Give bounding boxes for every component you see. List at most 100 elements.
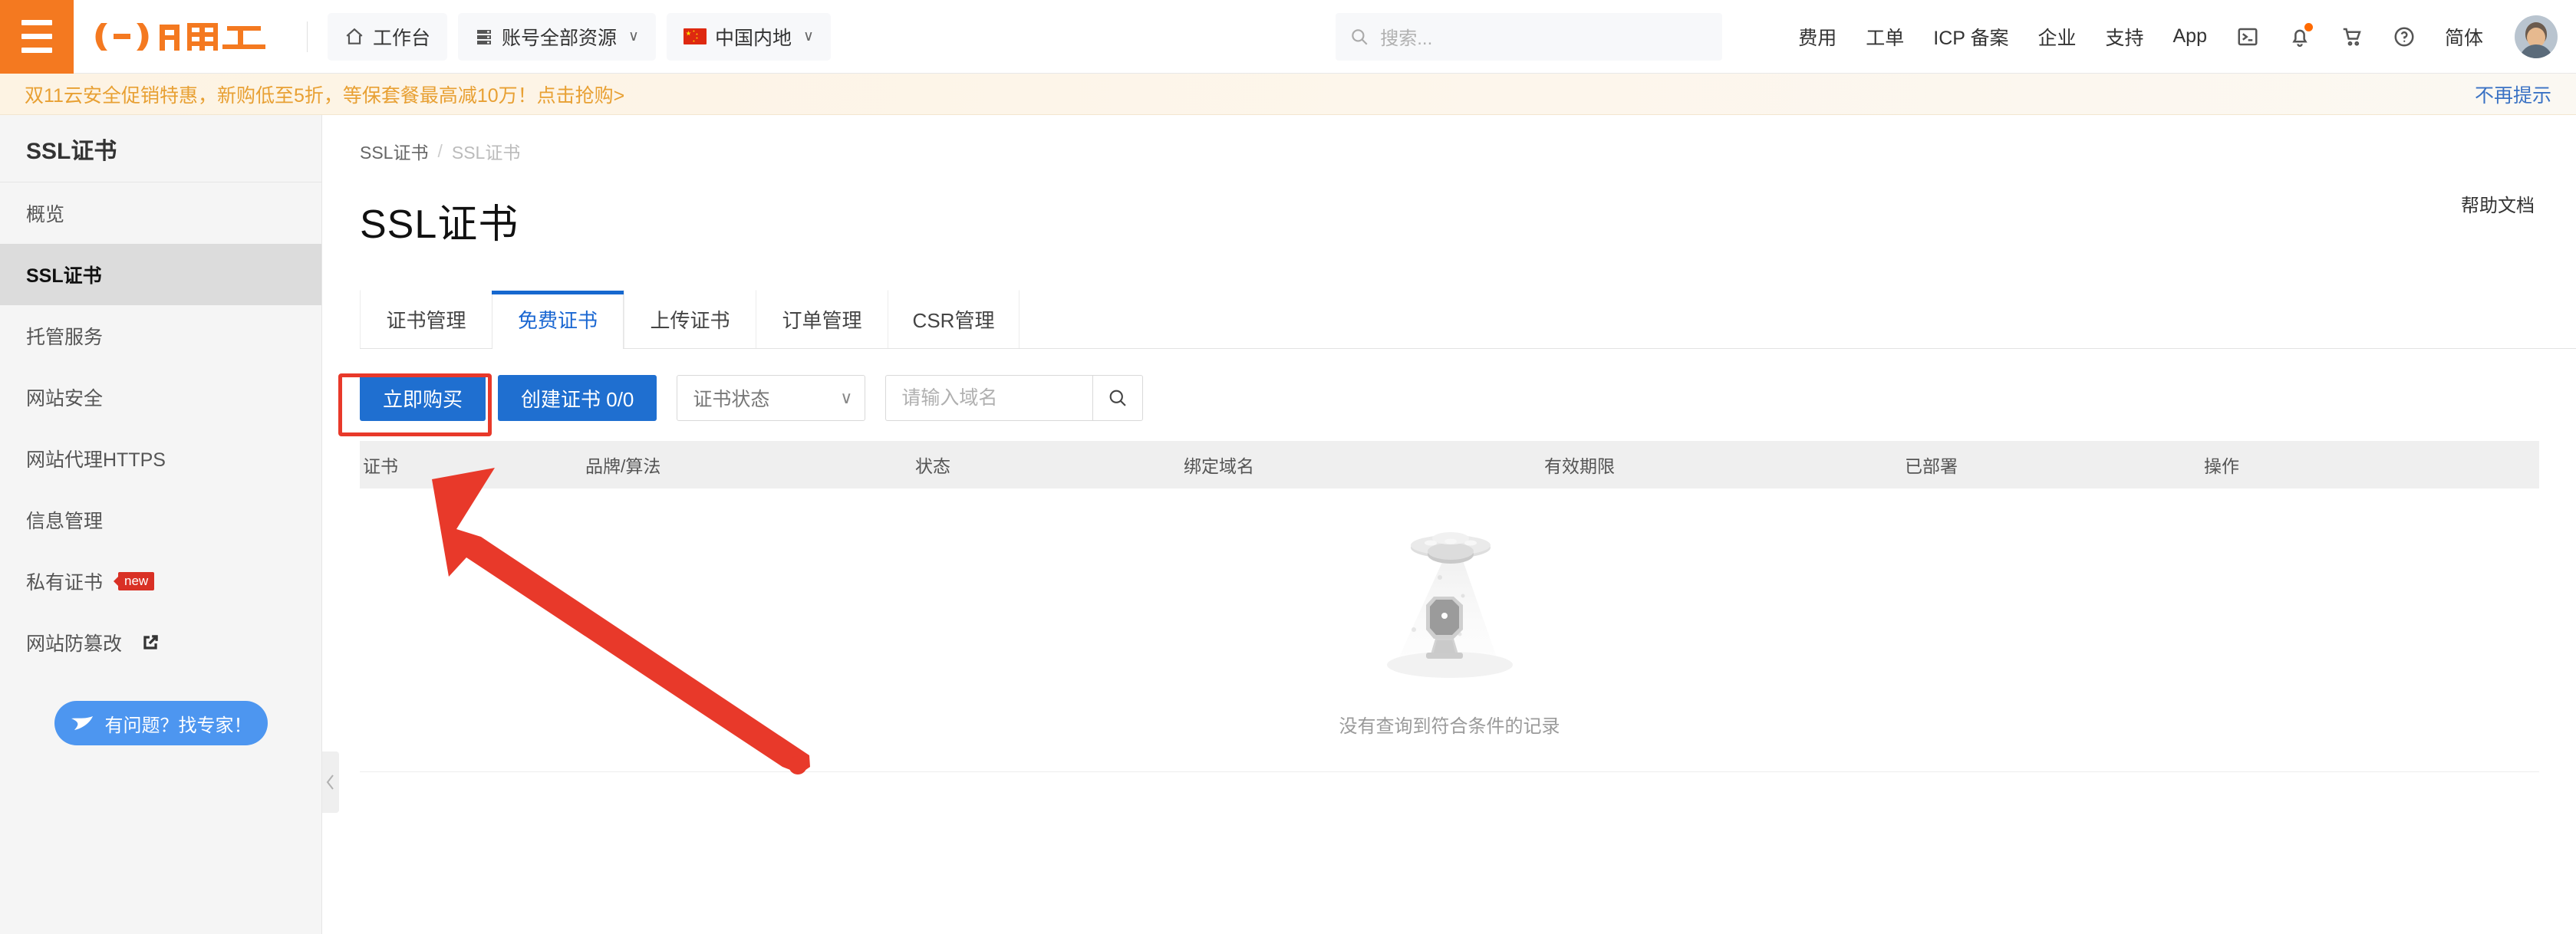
header-link-icp[interactable]: ICP 备案 (1933, 23, 2008, 51)
chevron-down-icon: ∨ (628, 28, 639, 44)
sidebar-title: SSL证书 (0, 115, 321, 183)
header-divider (307, 21, 308, 52)
global-search-input[interactable]: 搜索... (1336, 12, 1723, 61)
sidebar-item-website-security[interactable]: 网站安全 (0, 367, 321, 428)
sidebar-item-private-certificate[interactable]: 私有证书 new (0, 551, 321, 612)
column-header-brand-algorithm: 品牌/算法 (585, 456, 661, 476)
column-header-status: 状态 (915, 456, 950, 476)
ask-expert-button[interactable]: 有问题？找专家！ (54, 701, 268, 745)
terminal-icon[interactable] (2236, 25, 2259, 48)
header-link-support[interactable]: 支持 (2105, 23, 2143, 51)
sidebar-item-proxy-https[interactable]: 网站代理HTTPS (0, 428, 321, 489)
breadcrumb-separator: / (437, 140, 443, 161)
nav-region-selector[interactable]: 中国内地 ∨ (666, 12, 831, 61)
tab-upload-certificate[interactable]: 上传证书 (624, 290, 756, 348)
language-selector[interactable]: 简体 (2445, 23, 2483, 51)
buy-now-button[interactable]: 立即购买 (360, 375, 486, 421)
create-certificate-button[interactable]: 创建证书 0/0 (498, 375, 657, 421)
column-header-validity: 有效期限 (1544, 456, 1615, 476)
header-link-fee[interactable]: 费用 (1798, 23, 1836, 51)
certificate-status-select[interactable]: 证书状态 ∨ (677, 375, 866, 421)
sidebar-collapse-handle[interactable] (322, 751, 339, 813)
sidebar-item-label: 网站代理HTTPS (26, 449, 166, 471)
external-link-icon (140, 633, 160, 653)
column-header-certificate: 证书 (363, 456, 398, 476)
china-flag-icon (683, 28, 707, 44)
chevron-down-icon: ∨ (840, 388, 853, 407)
nav-all-resources[interactable]: 账号全部资源 ∨ (458, 12, 656, 61)
nav-workbench-label: 工作台 (373, 27, 431, 49)
sidebar-item-label: 托管服务 (26, 327, 104, 348)
sidebar-item-label: 私有证书 (26, 572, 104, 594)
domain-search-group (885, 375, 1144, 421)
sidebar: SSL证书 概览 SSL证书 托管服务 网站安全 网站代理HTTPS 信息管理 … (0, 115, 322, 934)
search-icon (1352, 28, 1368, 45)
hamburger-line (21, 34, 52, 39)
page-title: SSL证书 (360, 202, 519, 247)
tab-label: 免费证书 (517, 309, 598, 332)
breadcrumb: SSL证书 / SSL证书 (323, 115, 2576, 164)
server-icon (477, 29, 492, 44)
hamburger-line (21, 48, 52, 53)
chevron-left-icon (326, 774, 334, 790)
sidebar-item-label: SSL证书 (26, 265, 102, 287)
tab-label: 上传证书 (650, 309, 730, 332)
cart-icon[interactable] (2340, 25, 2364, 48)
breadcrumb-current: SSL证书 (451, 143, 521, 163)
column-header-deployed: 已部署 (1905, 456, 1958, 476)
nav-region-label: 中国内地 (714, 27, 792, 49)
help-circle-icon[interactable] (2393, 25, 2416, 48)
avatar-body (2519, 44, 2553, 58)
aliyun-logo[interactable] (95, 18, 287, 55)
sidebar-item-ssl-certificate[interactable]: SSL证书 (0, 244, 321, 305)
table-empty-state: 没有查询到符合条件的记录 (360, 488, 2539, 772)
column-header-bound-domain: 绑定域名 (1184, 456, 1254, 476)
aliyun-logo-icon (95, 22, 265, 51)
wing-icon (71, 716, 93, 730)
certificate-status-value: 证书状态 (693, 389, 770, 410)
sidebar-item-managed-service[interactable]: 托管服务 (0, 305, 321, 367)
bell-icon[interactable] (2288, 22, 2313, 48)
sidebar-item-label: 网站安全 (26, 388, 104, 409)
home-icon (346, 28, 363, 44)
promo-banner-text[interactable]: 双11云安全促销特惠，新购低至5折，等保套餐最高减10万！点击抢购> (25, 81, 624, 108)
hamburger-icon[interactable] (0, 0, 74, 74)
header-link-enterprise[interactable]: 企业 (2037, 23, 2076, 51)
sidebar-item-anti-tamper[interactable]: 网站防篡改 (0, 612, 321, 673)
help-doc-link[interactable]: 帮助文档 (2461, 190, 2535, 217)
sidebar-item-info-management[interactable]: 信息管理 (0, 489, 321, 551)
chevron-down-icon: ∨ (802, 28, 814, 44)
nav-all-resources-label: 账号全部资源 (502, 27, 618, 49)
sidebar-item-overview[interactable]: 概览 (0, 183, 321, 244)
main-content: SSL证书 / SSL证书 帮助文档 SSL证书 证书管理 免费证书 上传证书 … (323, 115, 2576, 934)
ufo-robot-illustration (1386, 532, 1513, 678)
tab-free-certificate[interactable]: 免费证书 (492, 290, 624, 349)
header-link-ticket[interactable]: 工单 (1866, 23, 1904, 51)
tab-csr-management[interactable]: CSR管理 (888, 290, 1020, 348)
tab-label: CSR管理 (912, 309, 995, 332)
avatar[interactable] (2515, 15, 2558, 58)
sidebar-item-label: 信息管理 (26, 511, 104, 532)
hamburger-line (21, 20, 52, 25)
ask-expert-label: 有问题？找专家！ (104, 715, 252, 736)
domain-search-input[interactable] (885, 375, 1093, 421)
tab-label: 订单管理 (782, 309, 862, 332)
top-header-bar: 工作台 账号全部资源 ∨ 中国内地 ∨ 搜索... 费用 工单 ICP 备案 企… (0, 0, 2576, 74)
certificates-table: 证书 品牌/算法 状态 绑定域名 有效期限 已部署 操作 没有查询到符合条件的记… (360, 441, 2539, 772)
tab-label: 证书管理 (386, 309, 466, 332)
header-link-app[interactable]: App (2173, 25, 2207, 48)
global-search-placeholder: 搜索... (1380, 28, 1433, 49)
status-badge: new (118, 571, 155, 591)
table-header-row: 证书 品牌/算法 状态 绑定域名 有效期限 已部署 操作 (360, 441, 2539, 488)
sidebar-item-label: 概览 (26, 204, 65, 225)
tab-certificate-management[interactable]: 证书管理 (360, 290, 492, 348)
domain-search-button[interactable] (1092, 375, 1144, 421)
column-header-actions: 操作 (2204, 456, 2239, 476)
promo-dismiss-link[interactable]: 不再提示 (2475, 81, 2551, 108)
sidebar-item-label: 网站防篡改 (26, 633, 123, 655)
breadcrumb-root[interactable]: SSL证书 (360, 138, 428, 164)
tab-order-management[interactable]: 订单管理 (756, 290, 888, 348)
nav-workbench[interactable]: 工作台 (328, 12, 448, 61)
header-right-cluster: 搜索... 费用 工单 ICP 备案 企业 支持 App 简体 (1336, 0, 2576, 74)
tab-bar: 证书管理 免费证书 上传证书 订单管理 CSR管理 (360, 290, 2576, 349)
